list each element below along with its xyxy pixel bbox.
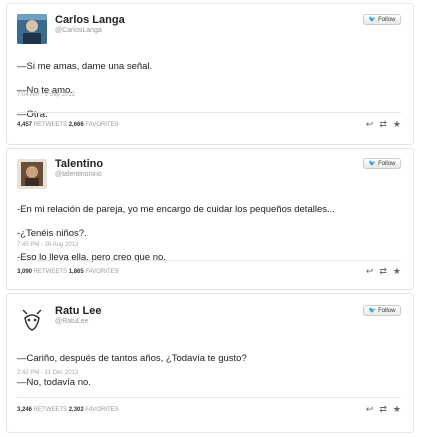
favorites-label: FAVORITES: [85, 269, 119, 275]
tweet-actions: ↩ ⇄ ★: [366, 404, 401, 415]
tweet-line: -Eso lo lleva ella, pero creo que no.: [17, 252, 166, 263]
retweet-icon[interactable]: ⇄: [379, 119, 387, 130]
avatar-image: [17, 304, 47, 334]
tweet-line: —No, todavía no.: [17, 377, 91, 388]
divider: [17, 112, 401, 113]
favorites-label: FAVORITES: [85, 122, 119, 128]
tweet-stats: 3,090 RETWEETS 1,865 FAVORITES: [17, 269, 119, 275]
tweet-line: -En mi relación de pareja, yo me encargo…: [17, 204, 335, 215]
follow-label: Follow: [378, 16, 396, 23]
tweet-card: Carlos Langa @CarlosLanga 🐦 Follow —Si m…: [6, 3, 414, 145]
tweet-stats: 4,457 RETWEETS 2,666 FAVORITES: [17, 122, 119, 128]
star-icon[interactable]: ★: [393, 404, 401, 415]
retweet-icon[interactable]: ⇄: [379, 266, 387, 277]
tweet-actions: ↩ ⇄ ★: [366, 266, 401, 277]
retweets-count: 3,090: [17, 269, 33, 275]
star-icon[interactable]: ★: [393, 119, 401, 130]
retweets-label: RETWEETS: [33, 269, 68, 275]
tweet-actions: ↩ ⇄ ★: [366, 119, 401, 130]
twitter-bird-icon: 🐦: [368, 17, 377, 23]
avatar[interactable]: [17, 304, 47, 334]
retweets-label: RETWEETS: [33, 407, 68, 413]
favorites-count: 1,865: [68, 269, 84, 275]
retweets-count: 3,246: [17, 407, 33, 413]
divider: [17, 397, 401, 398]
follow-button[interactable]: 🐦 Follow: [363, 158, 401, 169]
user-name[interactable]: Carlos Langa: [55, 14, 125, 26]
tweet-text: —Si me amas, dame una señal. —No te amo.…: [17, 49, 401, 133]
tweet-card: Talentino @talentinonino 🐦 Follow -En mi…: [6, 148, 414, 290]
retweets-count: 4,457: [17, 122, 33, 128]
avatar-image: [17, 159, 47, 189]
tweet-line: —Si me amas, dame una señal.: [17, 61, 153, 72]
user-handle[interactable]: @RatuLee: [55, 318, 89, 325]
tweet-line: —Cariño, después de tantos años, ¿Todaví…: [17, 353, 247, 364]
follow-button[interactable]: 🐦 Follow: [363, 14, 401, 25]
follow-label: Follow: [378, 160, 396, 167]
tweet-date[interactable]: 7:04 AM - 3 Sep 2012: [17, 92, 75, 98]
star-icon[interactable]: ★: [393, 266, 401, 277]
follow-label: Follow: [378, 307, 396, 314]
user-handle[interactable]: @CarlosLanga: [55, 27, 102, 34]
retweets-label: RETWEETS: [33, 122, 68, 128]
follow-button[interactable]: 🐦 Follow: [363, 305, 401, 316]
favorites-count: 2,302: [68, 407, 84, 413]
tweet-line: -¿Tenéis niños?.: [17, 228, 87, 239]
reply-icon[interactable]: ↩: [366, 404, 374, 415]
favorites-label: FAVORITES: [85, 407, 119, 413]
user-name[interactable]: Ratu Lee: [55, 305, 101, 317]
user-name[interactable]: Talentino: [55, 158, 103, 170]
reply-icon[interactable]: ↩: [366, 266, 374, 277]
reply-icon[interactable]: ↩: [366, 119, 374, 130]
tweet-line: —Otra.: [17, 109, 48, 120]
avatar[interactable]: [17, 14, 47, 44]
tweet-card: Ratu Lee @RatuLee 🐦 Follow —Cariño, desp…: [6, 293, 414, 433]
retweet-icon[interactable]: ⇄: [379, 404, 387, 415]
divider: [17, 260, 401, 261]
user-handle[interactable]: @talentinonino: [55, 171, 102, 178]
tweet-stats: 3,246 RETWEETS 2,302 FAVORITES: [17, 407, 119, 413]
tweet-date[interactable]: 2:42 PM - 11 Dec 2012: [17, 370, 78, 376]
avatar[interactable]: [17, 159, 47, 189]
twitter-bird-icon: 🐦: [368, 308, 377, 314]
avatar-image: [17, 14, 47, 44]
favorites-count: 2,666: [68, 122, 84, 128]
tweet-text: -En mi relación de pareja, yo me encargo…: [17, 192, 401, 276]
tweet-date[interactable]: 7:45 PM - 26 Aug 2012: [17, 242, 78, 248]
twitter-bird-icon: 🐦: [368, 161, 377, 167]
